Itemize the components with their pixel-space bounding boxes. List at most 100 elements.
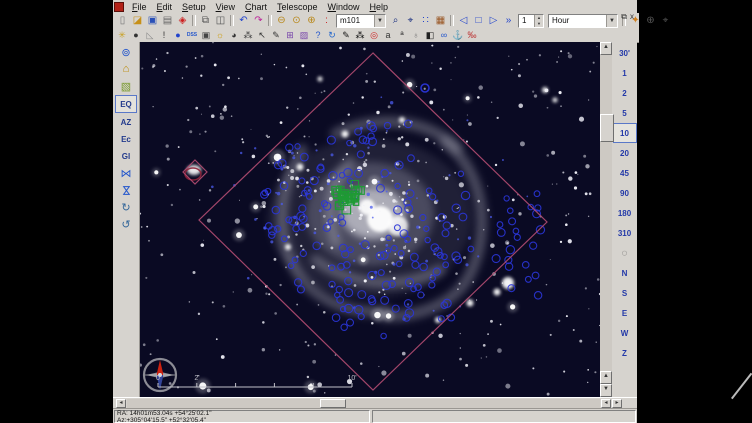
object-info-button[interactable]: ? — [311, 29, 325, 41]
chart-viewport[interactable]: 02'10' — [140, 42, 600, 397]
undo-button[interactable]: ↶ — [236, 14, 251, 27]
sky-darkness-button[interactable]: ◕ — [227, 29, 241, 41]
show-outlines-button[interactable]: ◺ — [143, 29, 157, 41]
fov-button-45[interactable]: 45 — [614, 163, 636, 183]
zoom-in-button[interactable]: ⊕ — [304, 14, 319, 27]
flip-vertical-button[interactable]: ⋈ — [116, 182, 136, 198]
chain-link-button[interactable]: ∞ — [437, 29, 451, 41]
solar-system-button[interactable]: ⊚ — [116, 44, 136, 60]
pointer-mode-button[interactable]: ↖ — [255, 29, 269, 41]
anchor-position-button[interactable]: ⚓ — [451, 29, 465, 41]
fov-button-1[interactable]: 1 — [614, 63, 636, 83]
fov-button-10[interactable]: 10 — [613, 123, 637, 143]
close-window-button[interactable]: x — [630, 13, 634, 21]
scroll-right-button[interactable]: ▸ — [612, 399, 622, 408]
vertical-scroll-track[interactable] — [600, 55, 612, 371]
star-brightness-button[interactable]: : — [319, 14, 334, 27]
deep-sky-objects-button[interactable]: ● — [171, 29, 185, 41]
open-chart-button[interactable]: ◪ — [130, 14, 145, 27]
sky-chart[interactable]: 02'10' — [140, 42, 600, 397]
direction-button-s[interactable]: S — [614, 283, 636, 303]
multi-window-button[interactable]: ◫ — [213, 14, 228, 27]
contrast-button[interactable]: ◧ — [423, 29, 437, 41]
zoom-out-button[interactable]: ⊖ — [274, 14, 289, 27]
telescope-slew-button[interactable]: ⌖ — [658, 14, 673, 27]
object-search-combo[interactable]: m101▼ — [336, 14, 386, 28]
scroll-left-button[interactable]: ◂ — [116, 399, 126, 408]
night-vision-button[interactable]: ☼ — [213, 29, 227, 41]
coord-equatorial-button[interactable]: EQ — [115, 95, 137, 113]
coord-galactic-button[interactable]: Gl — [116, 148, 136, 164]
constellation-figures-button[interactable]: ▨ — [297, 29, 311, 41]
horizon-view-button[interactable]: ▧ — [116, 78, 136, 94]
time-unit-combo[interactable]: Hour▼ — [548, 14, 618, 28]
scroll-up-button[interactable]: ▲ — [600, 42, 612, 55]
direction-button-z[interactable]: Z — [614, 343, 636, 363]
fov-button-5[interactable]: 5 — [614, 103, 636, 123]
scroll-up-button-2[interactable]: ▲ — [600, 371, 612, 384]
show-stars-button[interactable]: ✳ — [115, 29, 129, 41]
observatory-button[interactable]: ⌂ — [116, 61, 136, 77]
grid-config-button[interactable]: ∷ — [418, 14, 433, 27]
time-fast-forward-button[interactable]: » — [501, 14, 516, 27]
coord-ecliptic-button[interactable]: Ec — [116, 131, 136, 147]
show-planets-button[interactable]: ! — [157, 29, 171, 41]
refresh-chart-button[interactable]: ↻ — [325, 29, 339, 41]
show-nebulae-button[interactable]: ● — [129, 29, 143, 41]
coord-altazimuth-button[interactable]: AZ — [116, 114, 136, 130]
copy-chart-button[interactable]: ⧉ — [198, 14, 213, 27]
fov-button-2[interactable]: 2 — [614, 83, 636, 103]
center-cursor-button[interactable]: ⊕ — [643, 14, 658, 27]
rotate-clockwise-button[interactable]: ↻ — [116, 199, 136, 215]
fov-button-90[interactable]: 90 — [614, 183, 636, 203]
direction-button-n[interactable]: N — [614, 263, 636, 283]
print-chart-button[interactable]: ▤ — [160, 14, 175, 27]
scroll-left-button-2[interactable]: ◂ — [601, 399, 611, 408]
vertical-scroll-thumb[interactable] — [600, 114, 614, 142]
zoom-default-button[interactable]: ⊙ — [289, 14, 304, 27]
menu-file[interactable]: File — [127, 1, 152, 13]
coordinate-grid-button[interactable]: ⊞ — [283, 29, 297, 41]
scroll-down-button[interactable]: ▼ — [600, 384, 612, 397]
horizontal-scroll-track[interactable] — [127, 399, 600, 408]
annotate-button[interactable]: ✎ — [339, 29, 353, 41]
time-step-spinner[interactable]: 1▲▼ — [518, 14, 544, 28]
vertical-scrollbar[interactable]: ▲ ▲ ▼ — [600, 42, 612, 397]
calendar-button[interactable]: ▦ — [433, 14, 448, 27]
menu-chart[interactable]: Chart — [240, 1, 272, 13]
label-density-button[interactable]: ⁂ — [353, 29, 367, 41]
search-object-button[interactable]: ⌕ — [388, 14, 403, 27]
fov-button-30min[interactable]: 30' — [614, 43, 636, 63]
menu-help[interactable]: Help — [365, 1, 394, 13]
object-search-combo-dropdown-icon[interactable]: ▼ — [374, 15, 385, 27]
restore-window-button[interactable]: ⧉ — [621, 13, 627, 21]
menu-telescope[interactable]: Telescope — [272, 1, 323, 13]
menu-window[interactable]: Window — [323, 1, 365, 13]
earth-view-button[interactable]: ♁ — [409, 29, 423, 41]
field-target-button[interactable]: ◈ — [175, 14, 190, 27]
time-step-back-button[interactable]: ◁ — [456, 14, 471, 27]
direction-button-e[interactable]: E — [614, 303, 636, 323]
labels-toggle-button[interactable]: a — [381, 29, 395, 41]
fov-button-20[interactable]: 20 — [614, 143, 636, 163]
dss-image-button[interactable]: DSS — [185, 29, 199, 41]
chart-mode-icon[interactable]: ◌ — [614, 243, 636, 263]
fov-button-180[interactable]: 180 — [614, 203, 636, 223]
proper-motion-button[interactable]: ‰ — [465, 29, 479, 41]
redo-button[interactable]: ↷ — [251, 14, 266, 27]
direction-button-w[interactable]: W — [614, 323, 636, 343]
time-play-button[interactable]: ▷ — [486, 14, 501, 27]
finder-circle-button[interactable]: ◎ — [367, 29, 381, 41]
horizontal-scroll-thumb[interactable] — [320, 399, 346, 408]
spinner-arrows[interactable]: ▲▼ — [534, 15, 543, 27]
search-advanced-button[interactable]: ⌖ — [403, 14, 418, 27]
save-chart-button[interactable]: ▣ — [145, 14, 160, 27]
star-labels-button[interactable]: ⁂ — [241, 29, 255, 41]
menu-view[interactable]: View — [211, 1, 240, 13]
draw-mode-button[interactable]: ✎ — [269, 29, 283, 41]
time-stop-button[interactable]: □ — [471, 14, 486, 27]
flip-horizontal-button[interactable]: ⋈ — [116, 165, 136, 181]
menu-setup[interactable]: Setup — [177, 1, 211, 13]
rotate-counterclockwise-button[interactable]: ↺ — [116, 216, 136, 232]
new-chart-button[interactable]: ▯ — [115, 14, 130, 27]
